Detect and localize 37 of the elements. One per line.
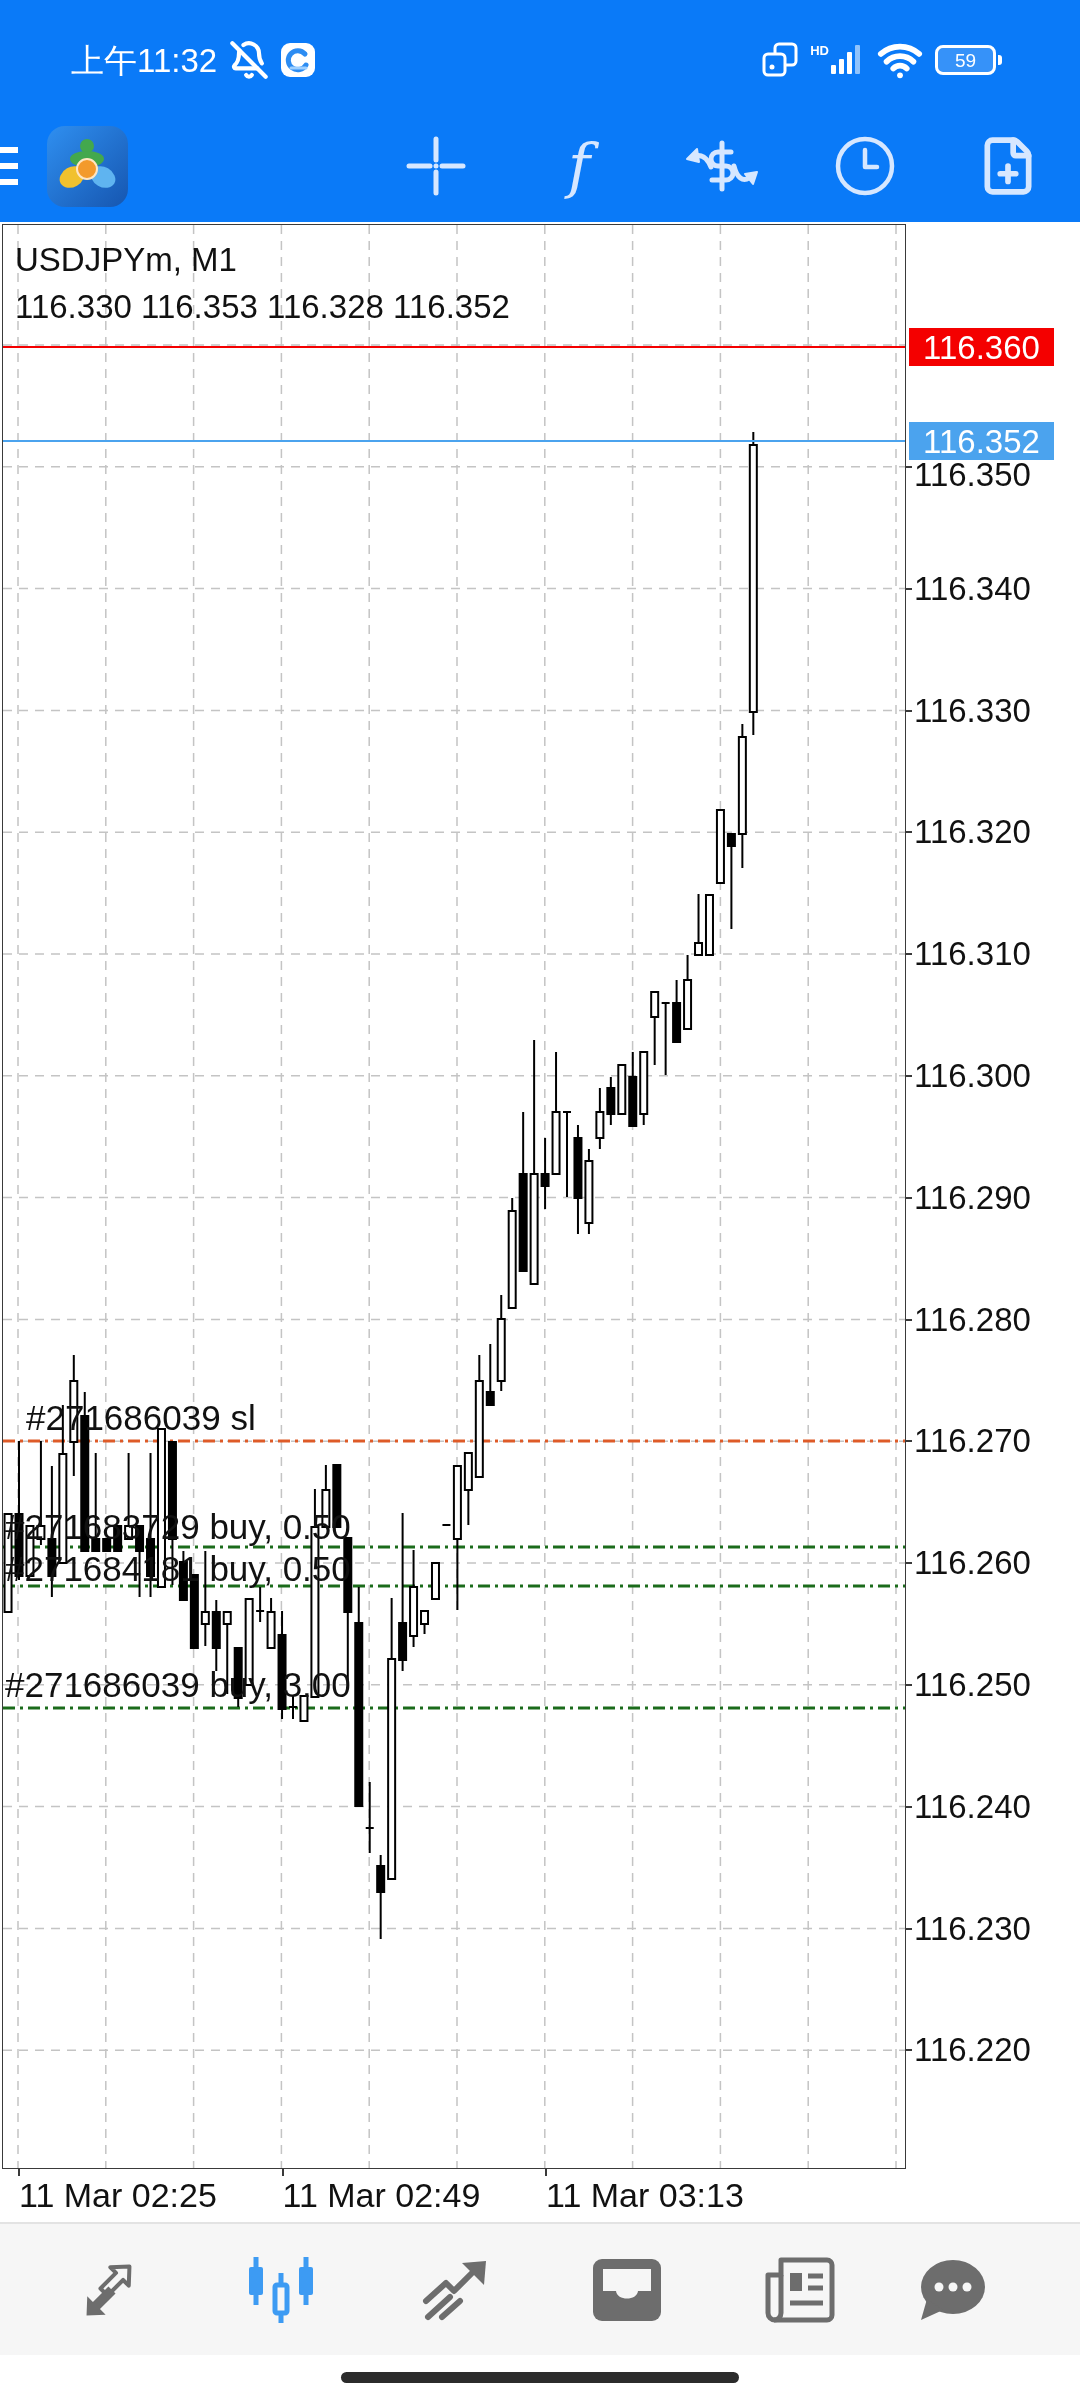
price-axis-label: 116.290 xyxy=(914,1184,1031,1211)
dollar-exchange-icon xyxy=(685,140,759,192)
price-axis-label: 116.350 xyxy=(914,462,1031,488)
price-axis-label: 116.320 xyxy=(914,819,1031,846)
overlapping-squares-icon xyxy=(762,42,799,78)
ohlc-values: 116.330 116.353 116.328 116.352 xyxy=(15,287,510,327)
trend-arrow-icon xyxy=(420,2258,488,2321)
price-axis-label: 116.310 xyxy=(914,941,1031,968)
price-axis-label: 116.260 xyxy=(914,1550,1031,1577)
app-notification-icon xyxy=(281,43,316,77)
price-axis-label: 116.280 xyxy=(914,1306,1031,1333)
price-tag: 116.352 xyxy=(909,422,1054,460)
menu-icon xyxy=(0,146,18,186)
newspaper-icon xyxy=(765,2256,835,2323)
clock-icon xyxy=(835,136,895,196)
menu-button[interactable] xyxy=(0,146,18,186)
function-button[interactable]: f xyxy=(539,126,619,206)
time-axis-label: 11 Mar 03:13 xyxy=(546,2178,744,2212)
price-axis-label: 116.300 xyxy=(914,1063,1031,1089)
time-axis-label: 11 Mar 02:25 xyxy=(19,2178,217,2212)
battery-indicator: 59 xyxy=(935,45,1002,75)
inbox-tray-icon xyxy=(593,2258,661,2321)
price-axis-label: 116.230 xyxy=(914,1915,1031,1942)
status-time: 上午11:32 xyxy=(71,43,218,77)
price-axis-label: 116.240 xyxy=(914,1793,1031,1820)
app-logo-icon xyxy=(47,125,128,207)
time-axis-label: 11 Mar 02:49 xyxy=(282,2178,481,2212)
price-axis-label: 116.340 xyxy=(914,575,1031,602)
crosshair-icon xyxy=(406,136,466,196)
symbol-title: USDJPYm, M1 xyxy=(15,240,238,280)
bell-off-icon xyxy=(229,40,270,80)
price-axis-label: 116.250 xyxy=(914,1672,1031,1698)
price-axis-label: 116.270 xyxy=(914,1428,1031,1455)
price-axis-label: 116.330 xyxy=(914,697,1031,724)
price-tag: 116.360 xyxy=(909,328,1054,366)
price-axis-label: 116.220 xyxy=(914,2037,1031,2064)
network-type-label: HD xyxy=(810,44,829,57)
